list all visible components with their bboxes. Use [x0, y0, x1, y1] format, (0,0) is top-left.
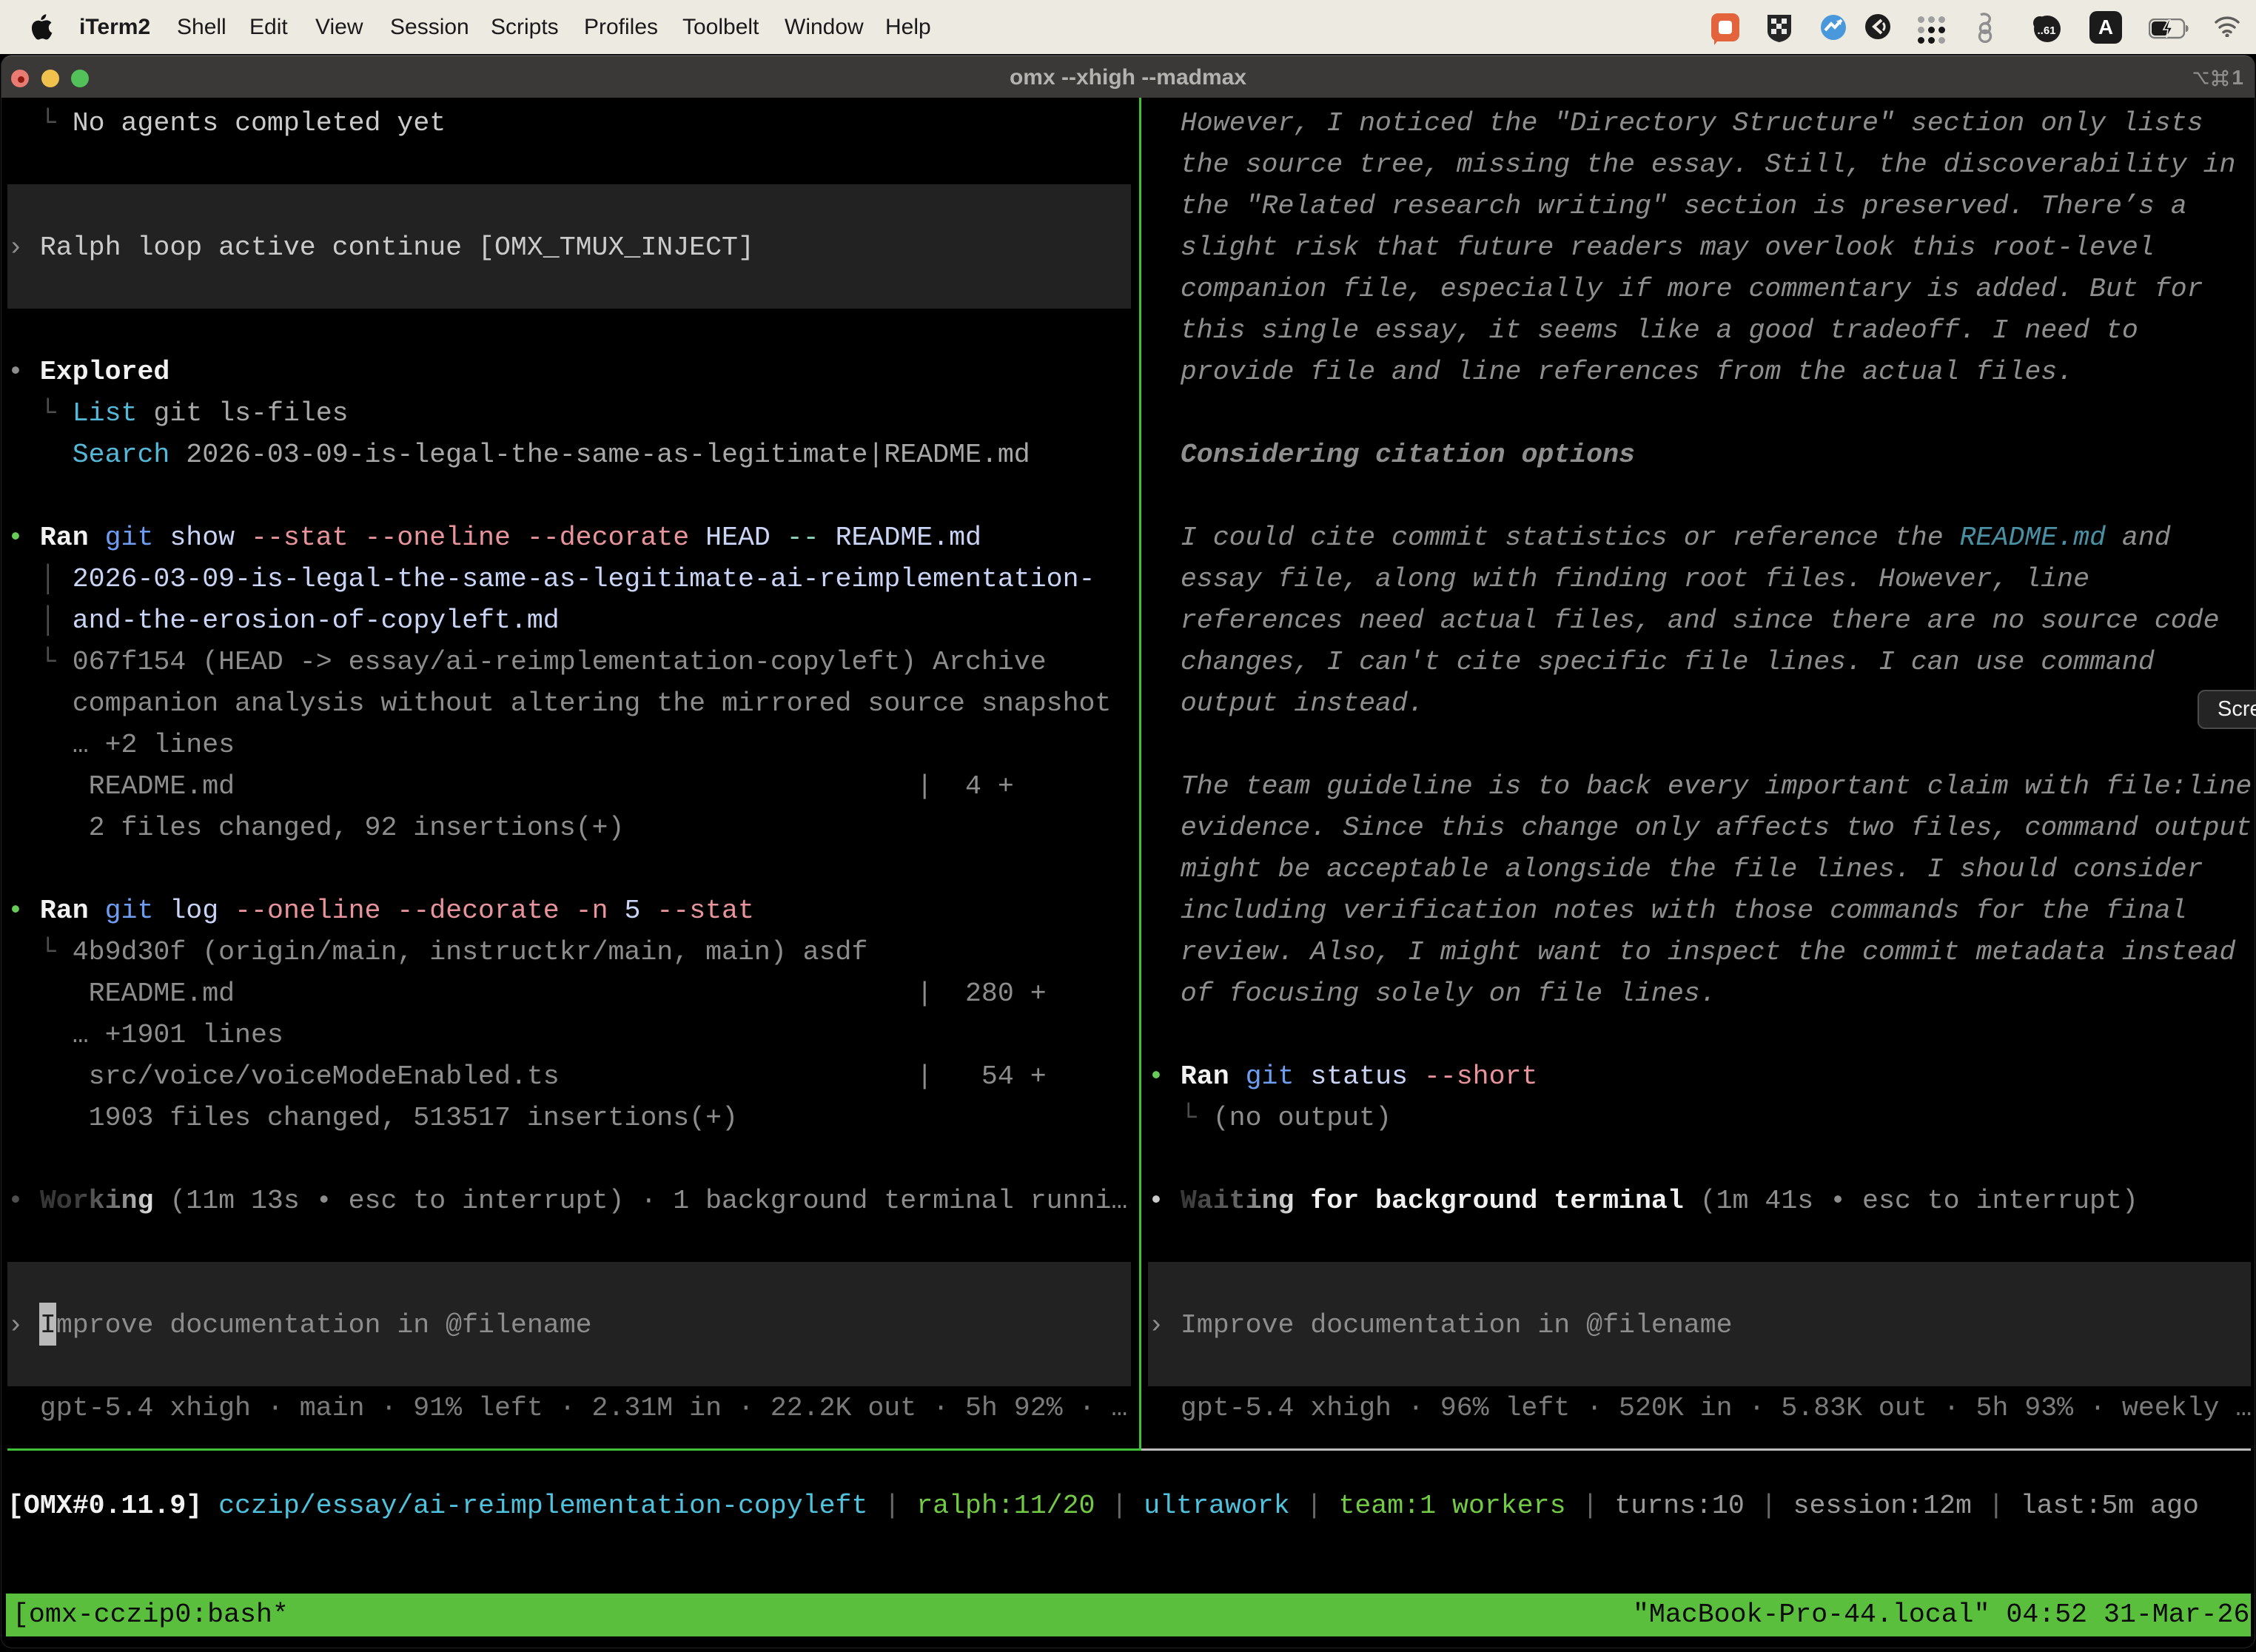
svg-text:..61: ..61 [2037, 24, 2055, 37]
